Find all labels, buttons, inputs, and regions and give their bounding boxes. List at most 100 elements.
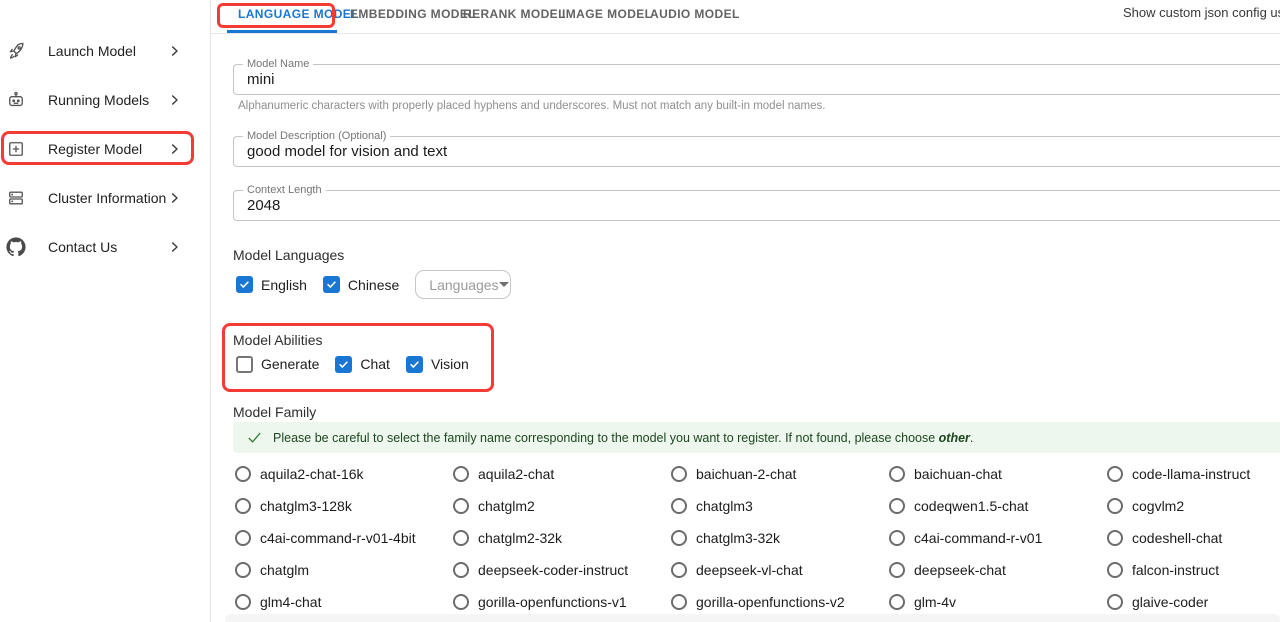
- radio-button[interactable]: [671, 498, 687, 514]
- sidebar-item-cluster-information[interactable]: Cluster Information: [0, 173, 200, 222]
- radio-button[interactable]: [889, 562, 905, 578]
- radio-button[interactable]: [671, 530, 687, 546]
- sidebar-item-register-model[interactable]: Register Model: [0, 124, 200, 173]
- checkbox[interactable]: [406, 356, 423, 373]
- checkbox[interactable]: [236, 356, 253, 373]
- alert-text-emphasis: other: [939, 431, 970, 445]
- languages-select[interactable]: Languages: [415, 270, 511, 299]
- radio-label: glm-4v: [914, 594, 956, 610]
- chevron-right-icon: [167, 43, 182, 58]
- model-languages-options: English Chinese: [236, 276, 399, 293]
- model-family-option[interactable]: chatglm: [235, 554, 453, 586]
- sidebar: Launch Model Running Models: [0, 0, 211, 622]
- robot-icon: [6, 90, 26, 110]
- radio-button[interactable]: [235, 498, 251, 514]
- sidebar-item-launch-model[interactable]: Launch Model: [0, 26, 200, 75]
- ability-option[interactable]: Vision: [406, 356, 469, 373]
- radio-button[interactable]: [889, 530, 905, 546]
- model-family-option[interactable]: chatglm2-32k: [453, 522, 671, 554]
- sidebar-item-contact-us[interactable]: Contact Us: [0, 222, 200, 271]
- alert-text-prefix: Please be careful to select the family n…: [273, 431, 939, 445]
- radio-button[interactable]: [889, 594, 905, 610]
- checkbox[interactable]: [335, 356, 352, 373]
- sidebar-item-label: Contact Us: [48, 239, 117, 255]
- model-family-option[interactable]: c4ai-command-r-v01: [889, 522, 1107, 554]
- radio-button[interactable]: [235, 562, 251, 578]
- radio-label: cogvlm2: [1132, 498, 1184, 514]
- model-description-label: Model Description (Optional): [243, 130, 390, 143]
- model-abilities-heading: Model Abilities: [233, 332, 323, 348]
- radio-button[interactable]: [235, 466, 251, 482]
- radio-button[interactable]: [1107, 530, 1123, 546]
- model-family-option[interactable]: falcon-instruct: [1107, 554, 1280, 586]
- radio-button[interactable]: [1107, 594, 1123, 610]
- model-family-option[interactable]: chatglm3-128k: [235, 490, 453, 522]
- tab-embedding-model[interactable]: EMBEDDING MODEL: [350, 7, 476, 21]
- radio-button[interactable]: [1107, 562, 1123, 578]
- radio-label: gorilla-openfunctions-v2: [696, 594, 845, 610]
- tab-language-model[interactable]: LANGUAGE MODEL: [238, 7, 359, 21]
- radio-button[interactable]: [671, 466, 687, 482]
- model-family-option[interactable]: deepseek-chat: [889, 554, 1107, 586]
- model-description-input[interactable]: [234, 137, 1280, 166]
- radio-button[interactable]: [889, 466, 905, 482]
- language-option[interactable]: Chinese: [323, 276, 399, 293]
- radio-label: gorilla-openfunctions-v1: [478, 594, 627, 610]
- ability-option[interactable]: Chat: [335, 356, 390, 373]
- model-family-heading: Model Family: [233, 404, 316, 420]
- model-family-option[interactable]: aquila2-chat-16k: [235, 458, 453, 490]
- model-family-option[interactable]: code-llama-instruct: [1107, 458, 1280, 490]
- tab-rerank-model[interactable]: RERANK MODEL: [463, 7, 566, 21]
- model-family-option[interactable]: deepseek-coder-instruct: [453, 554, 671, 586]
- checkbox-label: Chat: [360, 356, 390, 372]
- model-family-option[interactable]: deepseek-vl-chat: [671, 554, 889, 586]
- context-length-input[interactable]: [234, 191, 1280, 220]
- tab-image-model[interactable]: IMAGE MODEL: [562, 7, 652, 21]
- radio-button[interactable]: [1107, 498, 1123, 514]
- chevron-right-icon: [167, 92, 182, 107]
- radio-button[interactable]: [671, 594, 687, 610]
- model-family-option[interactable]: chatglm3-32k: [671, 522, 889, 554]
- show-config-link[interactable]: Show custom json config used b: [1123, 5, 1280, 20]
- radio-button[interactable]: [453, 562, 469, 578]
- radio-button[interactable]: [671, 562, 687, 578]
- model-family-option[interactable]: baichuan-chat: [889, 458, 1107, 490]
- model-family-option[interactable]: chatglm3: [671, 490, 889, 522]
- radio-button[interactable]: [889, 498, 905, 514]
- radio-button[interactable]: [235, 530, 251, 546]
- radio-label: c4ai-command-r-v01-4bit: [260, 530, 416, 546]
- radio-button[interactable]: [1107, 466, 1123, 482]
- model-family-option[interactable]: c4ai-command-r-v01-4bit: [235, 522, 453, 554]
- check-icon: [247, 430, 262, 445]
- radio-button[interactable]: [235, 594, 251, 610]
- model-name-input[interactable]: [234, 65, 1280, 94]
- radio-button[interactable]: [453, 530, 469, 546]
- model-languages-row: English Chinese Languages: [236, 270, 511, 299]
- radio-label: code-llama-instruct: [1132, 466, 1250, 482]
- tab-audio-model[interactable]: AUDIO MODEL: [650, 7, 740, 21]
- radio-label: chatglm2: [478, 498, 535, 514]
- model-family-option[interactable]: codeshell-chat: [1107, 522, 1280, 554]
- language-option[interactable]: English: [236, 276, 307, 293]
- model-family-option[interactable]: aquila2-chat: [453, 458, 671, 490]
- checkbox-label: Chinese: [348, 277, 399, 293]
- model-description-field: Model Description (Optional): [233, 136, 1280, 167]
- checkbox[interactable]: [236, 276, 253, 293]
- radio-label: glaive-coder: [1132, 594, 1208, 610]
- sidebar-item-running-models[interactable]: Running Models: [0, 75, 200, 124]
- radio-button[interactable]: [453, 594, 469, 610]
- model-abilities-row: Generate Chat Vision: [236, 354, 469, 374]
- sidebar-item-label: Cluster Information: [48, 190, 166, 206]
- model-family-option[interactable]: cogvlm2: [1107, 490, 1280, 522]
- radio-button[interactable]: [453, 466, 469, 482]
- model-family-option[interactable]: baichuan-2-chat: [671, 458, 889, 490]
- chevron-right-icon: [167, 190, 182, 205]
- checkbox-label: Vision: [431, 356, 469, 372]
- model-family-option[interactable]: codeqwen1.5-chat: [889, 490, 1107, 522]
- radio-button[interactable]: [453, 498, 469, 514]
- model-family-option[interactable]: chatglm2: [453, 490, 671, 522]
- checkbox[interactable]: [323, 276, 340, 293]
- ability-option[interactable]: Generate: [236, 356, 319, 373]
- chevron-right-icon: [167, 239, 182, 254]
- radio-label: baichuan-chat: [914, 466, 1002, 482]
